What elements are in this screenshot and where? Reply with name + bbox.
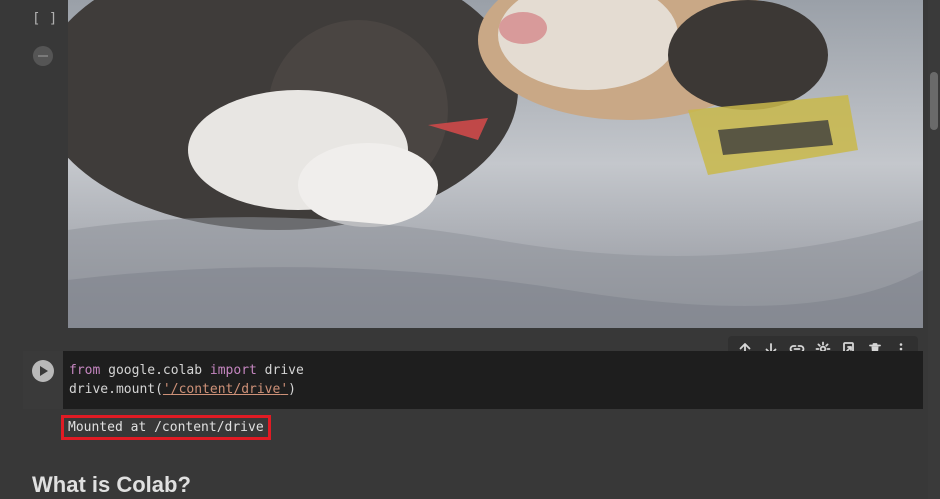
keyword-from: from — [69, 363, 101, 378]
string-quote-open: ' — [162, 382, 171, 397]
code-editor[interactable]: from google.colab import drive drive.mou… — [63, 351, 923, 409]
code-line-2: drive.mount('/content/drive') — [69, 380, 917, 399]
kitten-image — [68, 0, 923, 328]
mount-call: drive.mount( — [69, 382, 163, 397]
code-line-1: from google.colab import drive — [69, 361, 917, 380]
cell-output-area: Mounted at /content/drive — [23, 409, 923, 444]
module-name: google.colab — [100, 363, 210, 378]
vertical-scrollbar[interactable] — [928, 0, 940, 499]
scrollbar-thumb[interactable] — [930, 72, 938, 130]
section-heading: What is Colab? — [32, 472, 191, 497]
call-close: ) — [288, 382, 296, 397]
mount-path-string: /content/drive — [170, 382, 281, 397]
cell-image-output — [68, 0, 923, 328]
mount-output-text: Mounted at /content/drive — [61, 415, 271, 440]
collapse-toggle[interactable] — [33, 46, 53, 66]
keyword-import: import — [209, 363, 257, 378]
cell-bracket: [ ] — [32, 11, 58, 27]
run-area — [23, 351, 63, 409]
import-name: drive — [256, 363, 304, 378]
string-quote-close: ' — [280, 382, 289, 397]
run-cell-button[interactable] — [32, 360, 54, 382]
code-cell: from google.colab import drive drive.mou… — [23, 351, 923, 444]
